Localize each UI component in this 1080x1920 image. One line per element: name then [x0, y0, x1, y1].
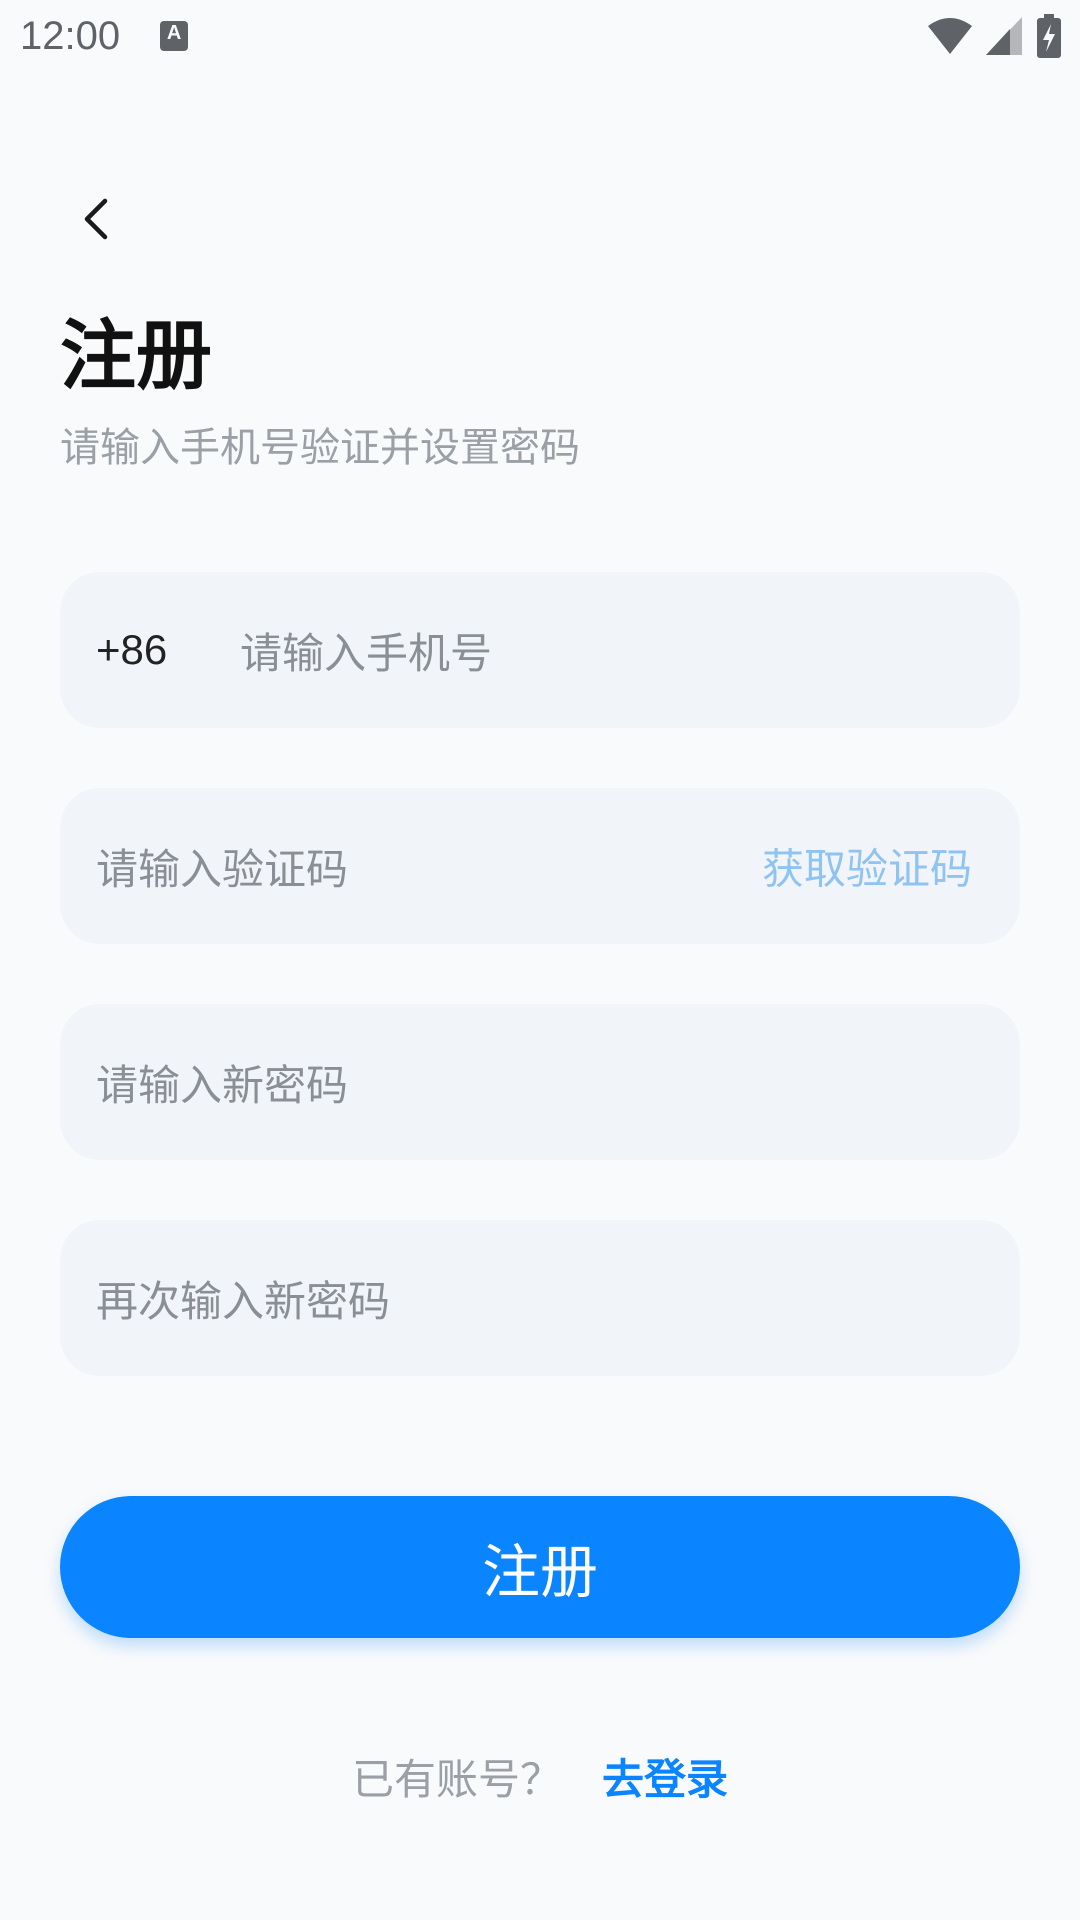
confirm-password-input-placeholder[interactable]: 再次输入新密码	[96, 1268, 390, 1329]
status-bar: 12:00 A	[0, 0, 1080, 72]
wifi-icon	[928, 16, 972, 56]
status-icons	[928, 14, 1062, 58]
status-time: 12:00	[20, 13, 121, 58]
cell-signal-icon	[986, 17, 1022, 55]
go-login-link[interactable]: 去登录	[602, 1746, 728, 1807]
chevron-left-icon	[84, 198, 108, 240]
back-button[interactable]	[66, 190, 124, 248]
confirm-password-field[interactable]: 再次输入新密码	[60, 1220, 1020, 1376]
register-button[interactable]: 注册	[60, 1496, 1020, 1638]
have-account-text: 已有账号？	[351, 1755, 562, 1804]
password-input-placeholder[interactable]: 请输入新密码	[96, 1052, 348, 1113]
country-code[interactable]: +86	[96, 626, 240, 674]
page-subtitle: 请输入手机号验证并设置密码	[60, 425, 580, 471]
register-screen: 12:00 A 注册 请输入手机号验证并设置密码 +86 请输入手机号 请输入验…	[0, 0, 1080, 1920]
verification-code-field[interactable]: 请输入验证码 获取验证码	[60, 788, 1020, 944]
new-password-field[interactable]: 请输入新密码	[60, 1004, 1020, 1160]
phone-input-placeholder[interactable]: 请输入手机号	[240, 620, 492, 681]
battery-charging-icon	[1036, 14, 1062, 58]
notification-a-icon: A	[160, 21, 189, 51]
get-code-button[interactable]: 获取验证码	[762, 836, 972, 897]
phone-field[interactable]: +86 请输入手机号	[60, 572, 1020, 728]
page-title: 注册	[60, 311, 212, 400]
code-input-placeholder[interactable]: 请输入验证码	[96, 836, 348, 897]
login-prompt: 已有账号？ 去登录	[0, 1746, 1080, 1807]
